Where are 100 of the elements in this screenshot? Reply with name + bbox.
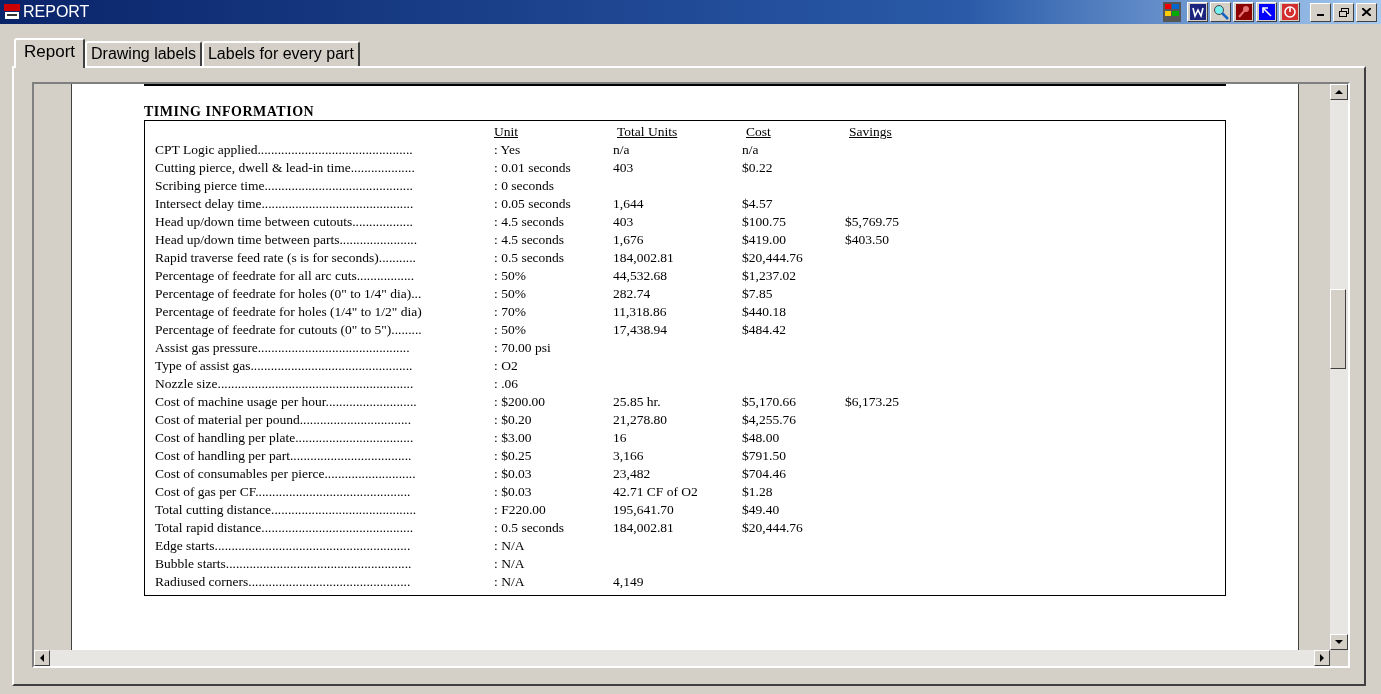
table-cell-text: 16	[613, 430, 628, 446]
table-cell-text: $0.22	[742, 160, 774, 176]
table-cell-text: 184,002.81	[613, 250, 675, 266]
table-cell-text: 25.85 hr.	[613, 394, 662, 410]
row-label: Cost of machine usage per hour...........................	[155, 394, 418, 410]
scroll-up-button[interactable]	[1330, 84, 1348, 100]
table-cell-text: : Yes	[494, 142, 522, 158]
row-label: Nozzle size..........................................................	[155, 376, 415, 392]
table-cell-text: 21,278.80	[613, 412, 668, 428]
table-cell-text: : .06	[494, 376, 519, 392]
row-label: Head up/down time between cutouts..................	[155, 214, 414, 230]
table-cell-text: : $0.03	[494, 484, 533, 500]
row-label: Percentage of feedrate for cutouts (0" to 5").........	[155, 322, 423, 338]
table-cell-text: $1.28	[742, 484, 774, 500]
down-arrow-icon	[1335, 640, 1343, 644]
restore-icon	[1338, 7, 1349, 17]
row-label: Head up/down time between parts.......................	[155, 232, 419, 248]
magnifier-icon[interactable]	[1210, 2, 1231, 22]
table-cell-text: : 50%	[494, 322, 527, 338]
table-cell-text: : 70.00 psi	[494, 340, 552, 356]
table-cell-text: : N/A	[494, 574, 526, 590]
table-cell-text: $7.85	[742, 286, 774, 302]
document-icon[interactable]	[1187, 2, 1208, 22]
table-cell-text: : 50%	[494, 268, 527, 284]
table-cell-text: $440.18	[742, 304, 787, 320]
row-label: Cost of consumables per pierce...........................	[155, 466, 417, 482]
table-cell-text: 184,002.81	[613, 520, 675, 536]
table-cell-text: $49.40	[742, 502, 781, 518]
scroll-down-button[interactable]	[1330, 634, 1348, 650]
row-label: Assist gas pressure.............................................	[155, 340, 411, 356]
table-cell-text: $4.57	[742, 196, 774, 212]
grid-icon[interactable]	[1163, 2, 1181, 22]
row-label: Total rapid distance.............................................	[155, 520, 415, 536]
table-cell-text: : 70%	[494, 304, 527, 320]
window-title: REPORT	[23, 3, 90, 21]
tab[interactable]: Drawing labels	[85, 41, 202, 66]
table-cell-text: 195,641.70	[613, 502, 675, 518]
scroll-thumb[interactable]	[1330, 289, 1346, 369]
table-cell-text: $6,173.25	[845, 394, 900, 410]
table-cell-text: : 0 seconds	[494, 178, 555, 194]
left-arrow-icon	[40, 654, 44, 662]
table-cell-text: $20,444.76	[742, 520, 804, 536]
row-label: Cost of material per pound.................................	[155, 412, 413, 428]
table-cell-text: 42.71 CF of O2	[613, 484, 699, 500]
row-label: Percentage of feedrate for all arc cuts.................	[155, 268, 415, 284]
table-cell-text: : N/A	[494, 538, 526, 554]
table-cell-text: : 4.5 seconds	[494, 232, 566, 248]
row-label: CPT Logic applied..............................................	[155, 142, 414, 158]
table-cell-text: : $0.03	[494, 466, 533, 482]
table-cell-text: 44,532.68	[613, 268, 668, 284]
table-cell-text: $20,444.76	[742, 250, 804, 266]
row-label: Intersect delay time.............................................	[155, 196, 415, 212]
row-label: Cost of handling per plate...................................	[155, 430, 415, 446]
row-label: Percentage of feedrate for holes (1/4" to 1/2" dia)	[155, 304, 423, 320]
table-cell-text: : 0.5 seconds	[494, 520, 566, 536]
table-cell-text: $1,237.02	[742, 268, 797, 284]
horizontal-scrollbar[interactable]	[34, 650, 1330, 666]
row-label: Cost of handling per part....................................	[155, 448, 413, 464]
table-cell-text: : F220.00	[494, 502, 547, 518]
table-cell-text: $419.00	[742, 232, 787, 248]
tab[interactable]: Labels for every part	[201, 41, 360, 66]
table-cell-text: $403.50	[845, 232, 890, 248]
table-cell-text: $5,769.75	[845, 214, 900, 230]
row-label: Cutting pierce, dwell & lead-in time...................	[155, 160, 416, 176]
key-icon[interactable]	[1233, 2, 1254, 22]
table-cell-text: : $0.25	[494, 448, 533, 464]
table-cell-text: 282.74	[613, 286, 652, 302]
table-cell-text: $704.46	[742, 466, 787, 482]
column-header: Cost	[745, 124, 772, 140]
table-cell-text: 3,166	[613, 448, 645, 464]
table-cell-text: n/a	[613, 142, 631, 158]
table-cell-text: : 0.01 seconds	[494, 160, 572, 176]
restore-button[interactable]	[1333, 2, 1354, 22]
table-cell-text: 1,676	[613, 232, 645, 248]
table-cell-text: $5,170.66	[742, 394, 797, 410]
table-cell-text: $100.75	[742, 214, 787, 230]
row-label: Type of assist gas................................................	[155, 358, 414, 374]
scroll-left-button[interactable]	[34, 650, 50, 666]
column-header: Total Units	[616, 124, 679, 140]
row-label: Edge starts..........................................................	[155, 538, 412, 554]
close-button[interactable]	[1356, 2, 1377, 22]
table-cell-text: 403	[613, 160, 635, 176]
row-label: Percentage of feedrate for holes (0" to 1/4" dia)...	[155, 286, 423, 302]
app-icon	[4, 4, 20, 20]
row-label: Total cutting distance...........................................	[155, 502, 418, 518]
table-cell-text: : 4.5 seconds	[494, 214, 566, 230]
scroll-right-button[interactable]	[1314, 650, 1330, 666]
minimize-button[interactable]	[1310, 2, 1331, 22]
table-cell-text: : $0.20	[494, 412, 533, 428]
table-cell-text: 4,149	[613, 574, 645, 590]
arrow-icon[interactable]	[1256, 2, 1277, 22]
right-arrow-icon	[1320, 654, 1324, 662]
table-cell-text: : 0.5 seconds	[494, 250, 566, 266]
table-cell-text: : O2	[494, 358, 519, 374]
tab[interactable]: Report	[14, 38, 86, 68]
vertical-scrollbar[interactable]	[1330, 84, 1348, 650]
up-arrow-icon	[1335, 90, 1343, 94]
table-cell-text: n/a	[742, 142, 760, 158]
table-cell-text: $791.50	[742, 448, 787, 464]
row-label: Bubble starts.......................................................	[155, 556, 413, 572]
